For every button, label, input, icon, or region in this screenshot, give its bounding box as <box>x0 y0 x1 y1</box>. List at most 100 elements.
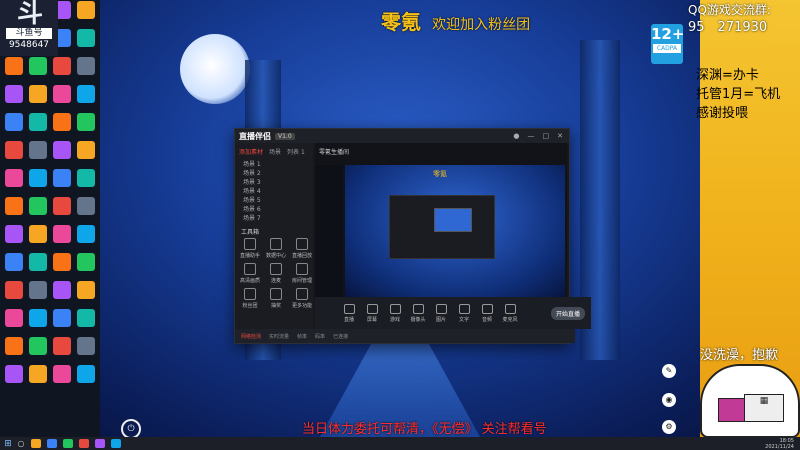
desktop-shortcut-icon[interactable] <box>77 85 95 103</box>
desktop-shortcut-icon[interactable] <box>77 29 95 47</box>
tool-item[interactable]: 粉丝团 <box>237 288 263 309</box>
taskbar-app[interactable] <box>79 439 89 448</box>
desktop-shortcut-icon[interactable] <box>29 281 47 299</box>
desktop-shortcut-icon[interactable] <box>5 85 23 103</box>
toolbar-item[interactable]: 摄像头 <box>408 303 428 323</box>
taskbar-app[interactable] <box>47 439 57 448</box>
tool-item[interactable]: 直播回放 <box>289 238 315 259</box>
start-live-button[interactable]: 开始直播 <box>550 306 585 320</box>
network-check[interactable]: 网络检测 <box>241 333 261 340</box>
close-icon[interactable]: ✕ <box>557 132 563 140</box>
streaming-app-window[interactable]: 直播伴侣 V1.0 ● — □ ✕ 添加素材 场景 列表 1 场景 1 场景 2… <box>234 128 591 344</box>
desktop-shortcut-icon[interactable] <box>77 253 95 271</box>
desktop-shortcut-icon[interactable] <box>5 169 23 187</box>
tool-item[interactable]: 更多功能 <box>289 288 315 309</box>
desktop-shortcut-icon[interactable] <box>5 309 23 327</box>
desktop-shortcut-icon[interactable] <box>5 113 23 131</box>
desktop-shortcut-icon[interactable] <box>5 141 23 159</box>
desktop-shortcut-icon[interactable] <box>77 309 95 327</box>
taskbar-app[interactable] <box>63 439 73 448</box>
desktop-shortcut-icon[interactable] <box>5 337 23 355</box>
toolbar-item[interactable]: 图片 <box>431 303 451 323</box>
desktop-shortcut-icon[interactable] <box>29 253 47 271</box>
toolbar-item[interactable]: 屏幕 <box>362 303 382 323</box>
desktop-shortcut-icon[interactable] <box>5 253 23 271</box>
desktop-shortcut-icon[interactable] <box>5 57 23 75</box>
desktop-shortcut-icon[interactable] <box>53 57 71 75</box>
camera-icon[interactable]: ◉ <box>662 393 676 407</box>
tab-add-source[interactable]: 添加素材 <box>239 147 263 156</box>
desktop-shortcut-icon[interactable] <box>53 141 71 159</box>
desktop-shortcut-icon[interactable] <box>77 281 95 299</box>
tab-list[interactable]: 列表 1 <box>287 147 305 156</box>
settings-icon[interactable]: ⚙ <box>662 420 676 434</box>
desktop-shortcut-icon[interactable] <box>53 309 71 327</box>
tool-item[interactable]: 数据中心 <box>263 238 289 259</box>
toolbar-item[interactable]: 游戏 <box>385 303 405 323</box>
scene-item[interactable]: 场景 3 <box>235 178 313 187</box>
desktop-shortcut-icon[interactable] <box>29 225 47 243</box>
tool-item[interactable]: 连麦 <box>263 263 289 284</box>
search-icon[interactable]: ○ <box>16 439 26 448</box>
desktop-shortcut-icon[interactable] <box>29 57 47 75</box>
toolbar-item[interactable]: 麦克风 <box>500 303 520 323</box>
tab-scenes[interactable]: 场景 <box>269 147 281 156</box>
desktop-shortcut-icon[interactable] <box>77 337 95 355</box>
desktop-shortcut-icon[interactable] <box>29 169 47 187</box>
desktop-shortcut-icon[interactable] <box>53 337 71 355</box>
taskbar-app[interactable] <box>111 439 121 448</box>
desktop-shortcut-icon[interactable] <box>29 113 47 131</box>
desktop-shortcut-icon[interactable] <box>29 85 47 103</box>
stream-preview[interactable]: 零氪 <box>345 165 565 297</box>
start-button[interactable]: ⊞ <box>0 439 16 449</box>
desktop-shortcut-icon[interactable] <box>29 309 47 327</box>
scene-item[interactable]: 场景 4 <box>235 187 313 196</box>
wrench-icon[interactable]: ✎ <box>662 364 676 378</box>
desktop-shortcut-icon[interactable] <box>77 225 95 243</box>
desktop-shortcut-icon[interactable] <box>5 225 23 243</box>
desktop-shortcut-icon[interactable] <box>29 197 47 215</box>
desktop-shortcut-icon[interactable] <box>53 281 71 299</box>
app-titlebar[interactable]: 直播伴侣 V1.0 ● — □ ✕ <box>235 129 569 143</box>
scene-item[interactable]: 场景 1 <box>235 160 313 169</box>
power-icon[interactable]: ⏻ <box>121 419 141 439</box>
desktop-shortcut-icon[interactable] <box>77 169 95 187</box>
minimize-icon[interactable]: — <box>528 132 535 140</box>
desktop-shortcut-icon[interactable] <box>5 365 23 383</box>
toolbar-item[interactable]: 文字 <box>454 303 474 323</box>
scene-item[interactable]: 场景 7 <box>235 214 313 223</box>
desktop-shortcut-icon[interactable] <box>77 1 95 19</box>
desktop-shortcut-icon[interactable] <box>53 169 71 187</box>
tool-item[interactable]: 房间管理 <box>289 263 315 284</box>
desktop-shortcut-icon[interactable] <box>53 85 71 103</box>
sidebar-tabs: 添加素材 场景 列表 1 <box>235 143 313 160</box>
tool-item[interactable]: 高清画质 <box>237 263 263 284</box>
desktop-shortcut-icon[interactable] <box>77 57 95 75</box>
desktop-shortcut-icon[interactable] <box>29 365 47 383</box>
desktop-shortcut-icon[interactable] <box>77 365 95 383</box>
maximize-icon[interactable]: □ <box>543 132 550 140</box>
tool-item[interactable]: 抽奖 <box>263 288 289 309</box>
scene-item[interactable]: 场景 6 <box>235 205 313 214</box>
desktop-shortcut-icon[interactable] <box>77 113 95 131</box>
desktop-shortcut-icon[interactable] <box>53 197 71 215</box>
desktop-shortcut-icon[interactable] <box>77 141 95 159</box>
desktop-shortcut-icon[interactable] <box>29 337 47 355</box>
desktop-shortcut-icon[interactable] <box>53 253 71 271</box>
desktop-shortcut-icon[interactable] <box>53 225 71 243</box>
scene-item[interactable]: 场景 2 <box>235 169 313 178</box>
desktop-shortcut-icon[interactable] <box>53 365 71 383</box>
avatar-icon[interactable]: ● <box>513 132 519 140</box>
desktop-shortcut-icon[interactable] <box>77 197 95 215</box>
taskbar-app[interactable] <box>95 439 105 448</box>
toolbar-item[interactable]: 音频 <box>477 303 497 323</box>
scene-item[interactable]: 场景 5 <box>235 196 313 205</box>
desktop-shortcut-icon[interactable] <box>53 113 71 131</box>
toolbar-item[interactable]: 直播 <box>339 303 359 323</box>
desktop-shortcut-icon[interactable] <box>5 281 23 299</box>
system-clock[interactable]: 18:05 2021/11/24 <box>765 438 800 450</box>
taskbar-app[interactable] <box>31 439 41 448</box>
desktop-shortcut-icon[interactable] <box>5 197 23 215</box>
desktop-shortcut-icon[interactable] <box>29 141 47 159</box>
tool-item[interactable]: 直播助手 <box>237 238 263 259</box>
